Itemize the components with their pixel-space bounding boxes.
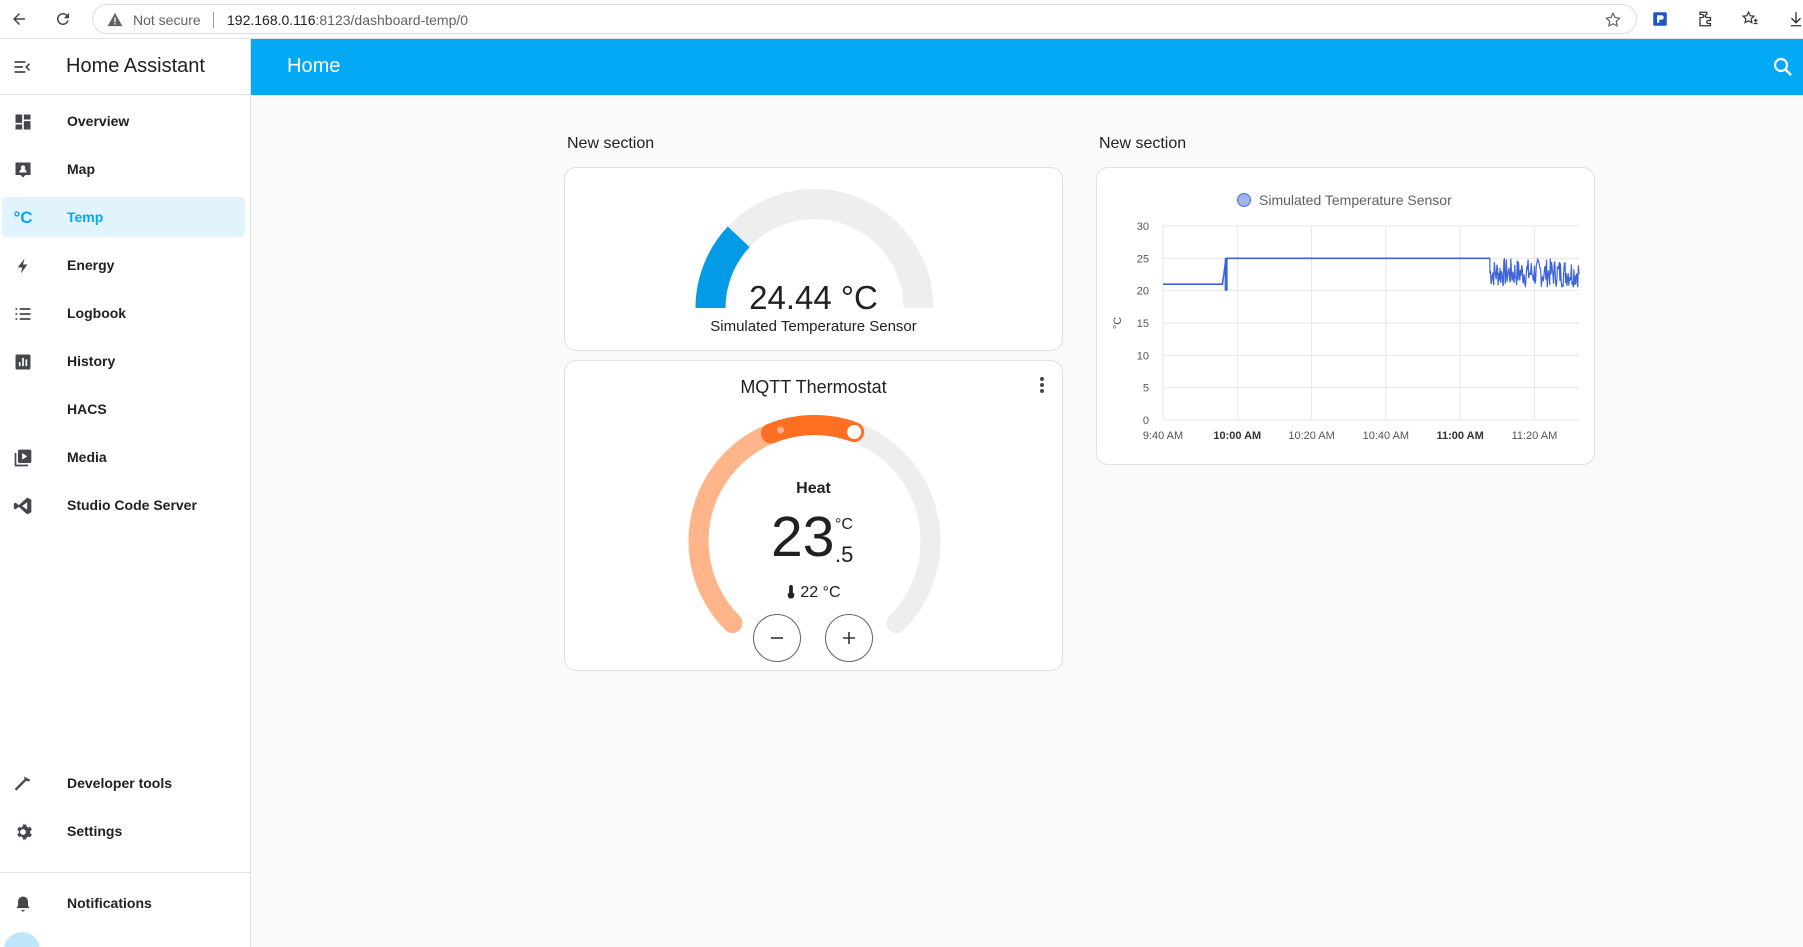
sidebar-item-label: Overview	[67, 113, 130, 129]
y-tick-label: 25	[1137, 253, 1149, 265]
y-tick-label: 30	[1137, 221, 1149, 233]
sidebar-item-developer-tools[interactable]: Developer tools	[2, 763, 245, 803]
y-axis-label: °C	[1112, 317, 1124, 329]
x-tick-label: 10:00 AM	[1213, 430, 1261, 442]
warning-icon	[107, 12, 123, 32]
sidebar-item-logbook[interactable]: Logbook	[2, 293, 245, 333]
sidebar-item-label: HACS	[67, 401, 107, 417]
lightning-icon	[12, 255, 34, 277]
y-tick-label: 15	[1137, 318, 1149, 330]
user-avatar[interactable]	[4, 932, 40, 947]
media-icon	[12, 447, 34, 469]
sidebar-item-history[interactable]: History	[2, 341, 245, 381]
gauge-value: 24.44 °C	[749, 279, 878, 316]
section-title: New section	[567, 135, 655, 152]
thermostat-card[interactable]: MQTT Thermostat Heat 23 °C .5 22 °C	[564, 360, 1063, 671]
page-title: Home	[287, 55, 341, 77]
map-icon	[12, 159, 34, 181]
downloads-icon[interactable]	[1786, 9, 1803, 29]
current-temperature: 22 °C	[565, 584, 1062, 602]
current-temp-value: 22 °C	[800, 584, 841, 601]
top-app-bar: Home	[251, 39, 1803, 95]
history-graph-card[interactable]: Simulated Temperature Sensor 0 5 10 15 20 25 3…	[1096, 167, 1595, 465]
app-title: Home Assistant	[66, 55, 205, 77]
hammer-icon	[12, 773, 34, 795]
favorites-icon[interactable]	[1740, 9, 1760, 29]
x-tick-label: 10:20 AM	[1288, 430, 1334, 442]
sidebar-item-notifications[interactable]: Notifications	[2, 883, 245, 923]
password-manager-icon[interactable]	[1650, 9, 1670, 29]
bell-icon	[12, 893, 34, 915]
sidebar: Home Assistant Overview Map °C Temp Ener…	[0, 39, 251, 947]
sidebar-item-studio-code-server[interactable]: Studio Code Server	[2, 485, 245, 525]
sidebar-item-label: Logbook	[67, 305, 127, 321]
y-tick-label: 0	[1143, 415, 1149, 427]
address-bar[interactable]: Not secure 192.168.0.116:8123/dashboard-…	[92, 4, 1637, 34]
current-temp-marker	[777, 426, 785, 434]
thermostat-mode: Heat	[796, 480, 831, 497]
thermometer-icon	[788, 584, 795, 599]
sidebar-item-media[interactable]: Media	[2, 437, 245, 477]
y-tick-label: 20	[1137, 286, 1149, 298]
chart-icon	[12, 351, 34, 373]
x-tick-label: 11:20 AM	[1512, 430, 1558, 442]
minus-icon	[771, 637, 783, 639]
section-title: New section	[1099, 135, 1187, 152]
decrease-button[interactable]	[753, 614, 801, 662]
sidebar-item-settings[interactable]: Settings	[2, 811, 245, 851]
sidebar-item-label: Media	[67, 449, 107, 465]
target-unit: °C	[835, 516, 853, 533]
sidebar-divider	[0, 872, 251, 873]
browser-toolbar: Not secure 192.168.0.116:8123/dashboard-…	[0, 0, 1803, 39]
target-decimal: .5	[835, 542, 854, 567]
sidebar-item-label: Temp	[67, 209, 104, 225]
sidebar-item-energy[interactable]: Energy	[2, 245, 245, 285]
sidebar-item-label: Notifications	[67, 895, 152, 911]
list-icon	[12, 303, 34, 325]
y-tick-label: 10	[1137, 350, 1149, 362]
sidebar-header: Home Assistant	[0, 39, 250, 95]
series-line	[1163, 257, 1490, 285]
back-icon[interactable]	[8, 8, 30, 30]
sidebar-item-label: Settings	[67, 823, 123, 839]
url-separator	[213, 12, 214, 28]
increase-button[interactable]	[825, 614, 873, 662]
target-temperature: 23	[771, 505, 835, 569]
url-text[interactable]: 192.168.0.116:8123/dashboard-temp/0	[227, 12, 468, 28]
sidebar-item-label: Energy	[67, 257, 115, 273]
x-tick-label: 11:00 AM	[1436, 430, 1483, 442]
search-icon[interactable]	[1771, 55, 1795, 84]
sidebar-item-map[interactable]: Map	[2, 149, 245, 189]
x-tick-label: 9:40 AM	[1143, 430, 1183, 442]
y-tick-label: 5	[1143, 383, 1149, 395]
url-path: :8123/dashboard-temp/0	[315, 12, 469, 28]
plus-icon	[843, 632, 855, 644]
sidebar-item-label: History	[67, 353, 116, 369]
security-label[interactable]: Not secure	[133, 12, 201, 28]
sidebar-item-temp[interactable]: °C Temp	[2, 197, 245, 237]
gauge-card[interactable]: 24.44 °C Simulated Temperature Sensor	[564, 167, 1063, 351]
sidebar-item-label: Developer tools	[67, 775, 173, 791]
url-host: 192.168.0.116	[227, 12, 316, 28]
menu-collapse-icon[interactable]	[12, 57, 32, 82]
reload-icon[interactable]	[52, 8, 74, 30]
sidebar-item-hacs[interactable]: HACS	[2, 389, 245, 429]
gear-icon	[12, 821, 34, 843]
sidebar-item-overview[interactable]: Overview	[2, 101, 245, 141]
sidebar-item-label: Studio Code Server	[67, 497, 197, 513]
x-tick-label: 10:40 AM	[1363, 430, 1409, 442]
history-chart: 0 5 10 15 20 25 30 9:40 AM 10:00 AM 10:20 AM 10:40…	[1112, 221, 1580, 442]
gauge-name: Simulated Temperature Sensor	[710, 318, 917, 335]
vscode-icon	[12, 495, 34, 517]
target-handle[interactable]	[845, 422, 864, 441]
sidebar-item-label: Map	[67, 161, 95, 177]
dashboard-icon	[12, 111, 34, 133]
celsius-icon: °C	[13, 208, 33, 227]
bookmark-star-icon[interactable]	[1604, 11, 1622, 34]
extensions-icon[interactable]	[1696, 9, 1716, 29]
